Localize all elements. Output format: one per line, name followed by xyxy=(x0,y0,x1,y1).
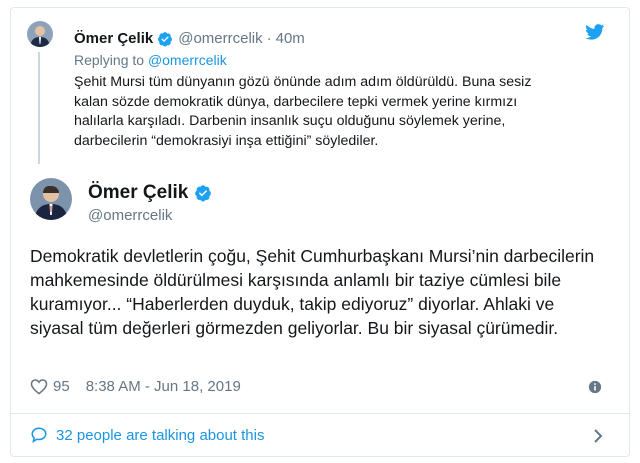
info-icon[interactable] xyxy=(588,380,602,394)
twitter-bird-icon[interactable] xyxy=(585,24,605,40)
heart-icon[interactable] xyxy=(30,378,48,395)
conversation-label[interactable]: 32 people are talking about this xyxy=(56,427,264,444)
card-divider xyxy=(10,413,630,414)
speech-bubble-icon xyxy=(31,427,47,443)
reply-author-avatar[interactable] xyxy=(27,21,53,47)
like-count[interactable]: 95 xyxy=(53,378,70,395)
main-author-handle[interactable]: @omerrcelik xyxy=(88,207,172,224)
tweet-timestamp[interactable]: 8:38 AM - Jun 18, 2019 xyxy=(86,378,241,395)
tweet-meta-row: 95 8:38 AM - Jun 18, 2019 xyxy=(30,378,241,395)
replying-to-line: Replying to @omerrcelik xyxy=(74,52,227,68)
conversation-link[interactable]: 32 people are talking about this xyxy=(30,426,264,444)
reply-author-name[interactable]: Ömer Çelik xyxy=(74,30,153,47)
main-tweet-text: Demokratik devletlerin çoğu, Şehit Cumhu… xyxy=(30,246,595,338)
main-author-avatar[interactable] xyxy=(30,178,72,220)
reply-timestamp[interactable]: 40m xyxy=(276,30,305,47)
verified-badge-icon xyxy=(158,31,173,47)
replying-to-mention[interactable]: @omerrcelik xyxy=(148,52,227,68)
reply-author-handle[interactable]: @omerrcelik xyxy=(178,30,262,47)
main-author-name[interactable]: Ömer Çelik xyxy=(88,182,188,204)
thread-connector-line xyxy=(38,52,40,164)
replying-to-prefix: Replying to xyxy=(74,52,148,68)
main-author-name-row: Ömer Çelik xyxy=(88,182,217,204)
verified-badge-icon xyxy=(195,185,212,202)
meta-separator: · xyxy=(266,30,272,47)
reply-tweet-header: Ömer Çelik @omerrcelik · 40m xyxy=(74,30,305,47)
chevron-right-icon[interactable] xyxy=(592,428,604,444)
reply-tweet-text: Şehit Mursi tüm dünyanın gözü önünde adı… xyxy=(74,74,532,149)
